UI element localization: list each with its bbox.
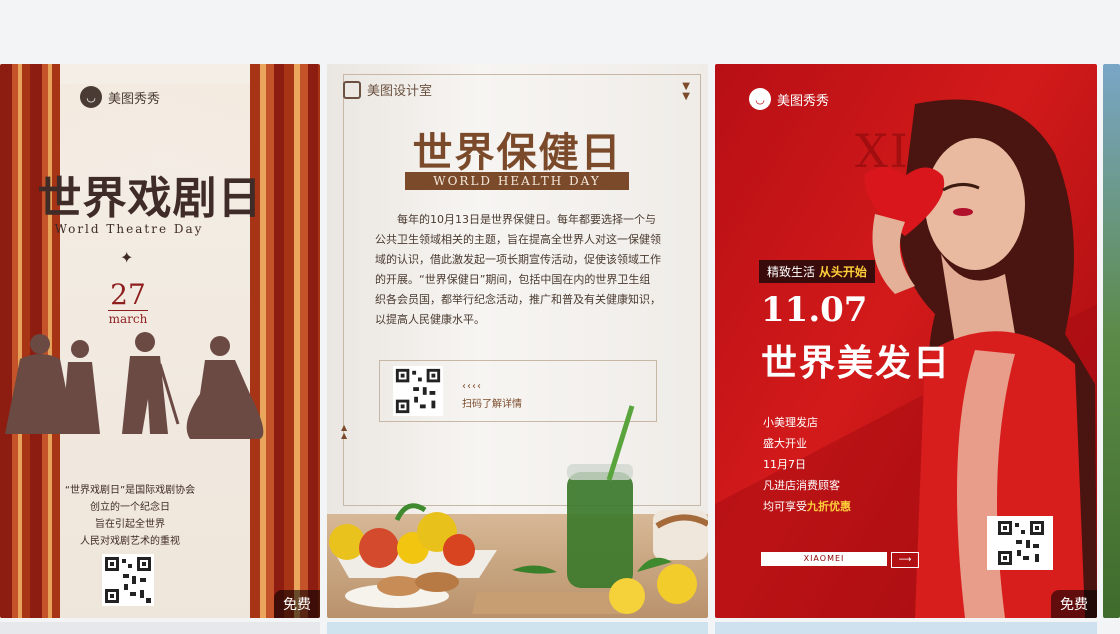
qr-code (102, 554, 154, 606)
brand-logo: ◡ 美图秀秀 (80, 86, 160, 108)
brand-name: 美图秀秀 (108, 91, 161, 107)
template-card-hair-day[interactable]: XIAO ◡ 美图秀秀 精致生活 从头开始 11.07 世界美发日 小美理发店 … (715, 64, 1097, 618)
shop-name: XIAOMEI (761, 552, 887, 566)
qr-code (987, 516, 1053, 570)
next-row-card[interactable] (327, 622, 708, 634)
divider (108, 310, 148, 311)
brand-name: 美图设计室 (367, 84, 433, 99)
template-card-theatre-day[interactable]: ◡ 美图秀秀 世界戏剧日 World Theatre Day ✦ 27 marc… (0, 64, 320, 618)
sparkle-icon: ✦ (120, 248, 134, 267)
next-row-card[interactable] (715, 622, 1097, 634)
actors-silhouette (5, 332, 264, 439)
offer-text: 均可享受 (763, 500, 807, 513)
slogan-a: 精致生活 (767, 265, 816, 279)
poster-info: 小美理发店 盛大开业 11月7日 凡进店消费顾客 均可享受九折优惠 (763, 412, 851, 517)
note-line: “世界戏剧日”是国际戏剧协会 (64, 485, 196, 496)
food-illustration (329, 405, 708, 614)
info-line: 均可享受九折优惠 (763, 496, 851, 517)
info-line: 盛大开业 (763, 437, 807, 450)
poster-title: 世界美发日 (761, 342, 952, 384)
poster-note: “世界戏剧日”是国际戏剧协会 创立的一个纪念日 旨在引起全世界 人民对戏剧艺术的… (30, 482, 230, 550)
chevron-down-icon: ▼ ▼ (682, 81, 690, 102)
top-bar (0, 0, 1120, 64)
slogan-pill: 精致生活 从头开始 (759, 260, 875, 283)
info-line: 小美理发店 (763, 416, 818, 429)
next-row-card[interactable] (0, 622, 320, 634)
poster-band: WORLD HEALTH DAY (405, 172, 629, 190)
note-line: 创立的一个纪念日 (90, 502, 170, 513)
brand-name: 美图秀秀 (777, 93, 830, 109)
free-badge: 免费 (1051, 590, 1097, 618)
poster-title: 世界保健日 (412, 129, 623, 176)
note-line: 旨在引起全世界 (95, 519, 165, 530)
brand-logo: ◡ 美图秀秀 (749, 88, 829, 110)
template-card-partial[interactable] (1103, 64, 1120, 618)
poster-title: 世界戏剧日 (37, 173, 263, 224)
brand-logo: 美图设计室 (343, 80, 432, 99)
arrow-right-icon: ⟶ (891, 552, 919, 568)
poster-date: 11.07 (761, 290, 868, 330)
meitu-icon: ◡ (749, 88, 771, 110)
info-line: 凡进店消费顾客 (763, 479, 840, 492)
note-line: 人民对戏剧艺术的重视 (80, 536, 180, 547)
info-line: 11月7日 (763, 458, 806, 471)
design-studio-icon (343, 80, 361, 99)
meitu-icon: ◡ (80, 86, 102, 108)
slogan-b: 从头开始 (818, 265, 867, 279)
chevrons: ‹‹‹‹ (462, 381, 482, 392)
free-badge: 免费 (274, 590, 320, 618)
template-card-health-day[interactable]: 美图设计室 ▼ ▼ 世界保健日 WORLD HEALTH DAY 每年的10月13… (327, 64, 708, 618)
poster-subtitle: World Theatre Day (54, 222, 204, 236)
poster-body: 每年的10月13日是世界保健日。每年都要选择一个与公共卫生领域相关的主题，旨在提… (375, 213, 661, 326)
poster-day: 27 (110, 278, 146, 311)
offer-highlight: 九折优惠 (807, 500, 851, 513)
